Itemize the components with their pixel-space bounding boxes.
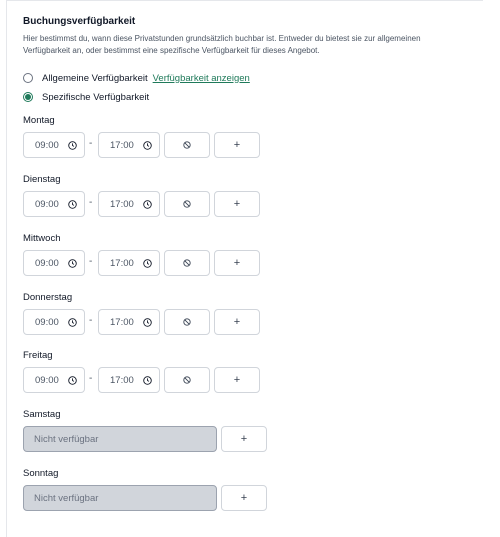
start-time-value: 09:00: [35, 374, 59, 386]
day-label-friday: Freitag: [23, 350, 53, 361]
disable-day-button[interactable]: [164, 191, 210, 217]
disable-day-button[interactable]: [164, 132, 210, 158]
ban-icon: [183, 141, 191, 149]
time-separator: -: [89, 315, 93, 326]
start-time-value: 09:00: [35, 316, 59, 328]
clock-icon[interactable]: [68, 200, 77, 209]
start-time-input[interactable]: 09:00: [23, 250, 85, 276]
plus-icon: +: [233, 257, 241, 269]
disable-day-button[interactable]: [164, 250, 210, 276]
option-specific-label: Spezifische Verfügbarkeit: [42, 91, 150, 103]
divider: [7, 0, 483, 1]
clock-icon[interactable]: [68, 376, 77, 385]
option-specific[interactable]: Spezifische Verfügbarkeit: [23, 90, 149, 104]
section-description: Hier bestimmst du, wann diese Privatstun…: [23, 34, 421, 55]
start-time-input[interactable]: 09:00: [23, 191, 85, 217]
time-separator: -: [89, 138, 93, 149]
ban-icon: [183, 200, 191, 208]
plus-icon: +: [233, 316, 241, 328]
start-time-value: 09:00: [35, 257, 59, 269]
end-time-value: 17:00: [110, 257, 134, 269]
add-time-slot-button[interactable]: +: [221, 426, 267, 452]
day-label-sunday: Sonntag: [23, 468, 59, 479]
disable-day-button[interactable]: [164, 367, 210, 393]
time-separator: -: [89, 197, 93, 208]
unavailable-field: Nicht verfügbar: [23, 426, 217, 452]
ban-icon: [183, 259, 191, 267]
radio-general[interactable]: [23, 73, 33, 83]
plus-icon: +: [233, 198, 241, 210]
clock-icon[interactable]: [68, 141, 77, 150]
end-time-value: 17:00: [110, 139, 134, 151]
ban-icon: [183, 318, 191, 326]
day-label-monday: Montag: [23, 115, 55, 126]
day-label-wednesday: Mittwoch: [23, 233, 61, 244]
add-time-slot-button[interactable]: +: [221, 485, 267, 511]
start-time-input[interactable]: 09:00: [23, 309, 85, 335]
end-time-input[interactable]: 17:00: [98, 191, 160, 217]
time-separator: -: [89, 256, 93, 267]
add-time-slot-button[interactable]: +: [214, 250, 260, 276]
end-time-input[interactable]: 17:00: [98, 132, 160, 158]
add-time-slot-button[interactable]: +: [214, 132, 260, 158]
end-time-value: 17:00: [110, 374, 134, 386]
clock-icon[interactable]: [68, 318, 77, 327]
plus-icon: +: [233, 374, 241, 386]
clock-icon[interactable]: [143, 318, 152, 327]
start-time-value: 09:00: [35, 139, 59, 151]
add-time-slot-button[interactable]: +: [214, 309, 260, 335]
radio-specific[interactable]: [23, 92, 33, 102]
start-time-input[interactable]: 09:00: [23, 132, 85, 158]
clock-icon[interactable]: [143, 376, 152, 385]
time-separator: -: [89, 373, 93, 384]
end-time-input[interactable]: 17:00: [98, 367, 160, 393]
day-label-saturday: Samstag: [23, 409, 61, 420]
start-time-value: 09:00: [35, 198, 59, 210]
clock-icon[interactable]: [143, 141, 152, 150]
end-time-input[interactable]: 17:00: [98, 250, 160, 276]
option-general[interactable]: Allgemeine Verfügbarkeit Verfügbarkeit a…: [23, 71, 250, 85]
add-time-slot-button[interactable]: +: [214, 191, 260, 217]
option-general-label: Allgemeine Verfügbarkeit: [42, 72, 148, 84]
clock-icon[interactable]: [143, 259, 152, 268]
plus-icon: +: [233, 139, 241, 151]
plus-icon: +: [240, 492, 248, 504]
day-label-thursday: Donnerstag: [23, 292, 73, 303]
end-time-value: 17:00: [110, 316, 134, 328]
clock-icon[interactable]: [68, 259, 77, 268]
end-time-value: 17:00: [110, 198, 134, 210]
unavailable-field: Nicht verfügbar: [23, 485, 217, 511]
section-title: Buchungsverfügbarkeit: [23, 16, 136, 27]
clock-icon[interactable]: [143, 200, 152, 209]
show-availability-link[interactable]: Verfügbarkeit anzeigen: [153, 73, 250, 84]
availability-panel: Buchungsverfügbarkeit Hier bestimmst du,…: [6, 0, 483, 537]
start-time-input[interactable]: 09:00: [23, 367, 85, 393]
end-time-input[interactable]: 17:00: [98, 309, 160, 335]
plus-icon: +: [240, 433, 248, 445]
disable-day-button[interactable]: [164, 309, 210, 335]
ban-icon: [183, 376, 191, 384]
day-label-tuesday: Dienstag: [23, 174, 61, 185]
add-time-slot-button[interactable]: +: [214, 367, 260, 393]
